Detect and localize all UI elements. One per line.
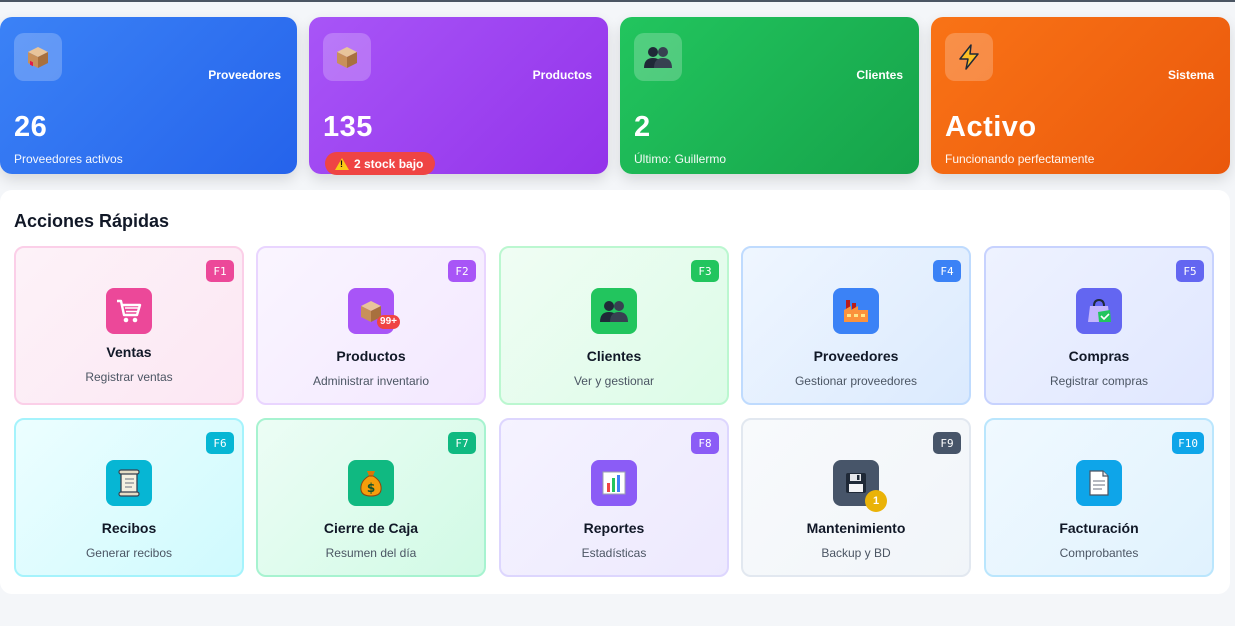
quick-action-title: Ventas — [106, 344, 152, 360]
people-icon — [634, 33, 682, 81]
quick-action-desc: Registrar ventas — [85, 370, 173, 384]
quick-actions-panel: Acciones Rápidas F1 Ventas Registrar ven… — [0, 190, 1230, 594]
lightning-icon — [945, 33, 993, 81]
quick-action-clientes[interactable]: F3 Clientes Ver y gestionar — [499, 246, 729, 405]
quick-action-cierre-de-caja[interactable]: F7 $ Cierre de Caja Resumen del día — [256, 418, 486, 577]
quick-action-facturacion[interactable]: F10 Facturación Comprobantes — [984, 418, 1214, 577]
quick-action-proveedores[interactable]: F4 Proveedores Gestionar proveedores — [741, 246, 971, 405]
quick-action-desc: Estadísticas — [581, 546, 647, 560]
stat-card-productos[interactable]: Productos 135 2 stock bajo — [309, 17, 608, 175]
quick-action-title: Mantenimiento — [806, 520, 906, 536]
low-stock-label: 2 stock bajo — [354, 156, 424, 171]
quick-action-title: Reportes — [583, 520, 645, 536]
quick-action-ventas[interactable]: F1 Ventas Registrar ventas — [14, 246, 244, 405]
stat-card-proveedores[interactable]: Proveedores 26 Proveedores activos — [0, 17, 297, 174]
stat-subtitle: Último: Guillermo — [634, 152, 727, 166]
quick-actions-title: Acciones Rápidas — [14, 211, 170, 231]
shortcut-key-badge: F10 — [1172, 432, 1204, 454]
people-icon — [591, 288, 637, 334]
stat-value: 2 — [634, 111, 651, 143]
quick-action-title: Recibos — [101, 520, 157, 536]
floppy-disk-icon: 1 — [833, 460, 887, 512]
stat-value: Activo — [945, 111, 1037, 143]
quick-action-title: Proveedores — [813, 348, 899, 364]
shortcut-key-badge: F9 — [933, 432, 961, 454]
svg-text:$: $ — [367, 481, 375, 495]
top-border — [0, 0, 1235, 2]
stat-label: Clientes — [856, 68, 903, 82]
quick-action-desc: Administrar inventario — [312, 374, 430, 388]
shortcut-key-badge: F7 — [448, 432, 476, 454]
quick-action-desc: Resumen del día — [325, 546, 417, 560]
stock-count-badge: 99+ — [377, 315, 400, 329]
bar-chart-icon — [591, 460, 637, 506]
shortcut-key-badge: F5 — [1176, 260, 1204, 282]
quick-action-mantenimiento[interactable]: F9 1 Mantenimiento Backup y BD — [741, 418, 971, 577]
quick-action-title: Compras — [1068, 348, 1130, 364]
maintenance-count-badge: 1 — [865, 490, 887, 512]
money-bag-icon: $ — [348, 460, 394, 506]
shopping-cart-icon — [106, 288, 152, 334]
quick-action-desc: Comprobantes — [1059, 546, 1139, 560]
factory-icon — [833, 288, 879, 334]
quick-action-title: Facturación — [1059, 520, 1139, 536]
quick-action-title: Cierre de Caja — [323, 520, 419, 536]
shortcut-key-badge: F8 — [691, 432, 719, 454]
stat-card-sistema[interactable]: Sistema Activo Funcionando perfectamente — [931, 17, 1230, 174]
document-icon — [1076, 460, 1122, 506]
shortcut-key-badge: F3 — [691, 260, 719, 282]
quick-action-title: Clientes — [586, 348, 642, 364]
package-icon: 99+ — [348, 288, 400, 334]
stat-label: Proveedores — [208, 68, 281, 82]
shortcut-key-badge: F1 — [206, 260, 234, 282]
quick-action-productos[interactable]: F2 99+ Productos Administrar inventario — [256, 246, 486, 405]
package-icon — [323, 33, 371, 81]
quick-action-title: Productos — [336, 348, 406, 364]
scroll-icon — [106, 460, 152, 506]
quick-action-desc: Gestionar proveedores — [794, 374, 918, 388]
quick-action-compras[interactable]: F5 Compras Registrar compras — [984, 246, 1214, 405]
quick-action-desc: Generar recibos — [85, 546, 173, 560]
quick-action-desc: Backup y BD — [821, 546, 891, 560]
quick-action-desc: Registrar compras — [1049, 374, 1149, 388]
stat-label: Sistema — [1167, 68, 1214, 82]
shopping-bag-icon — [1076, 288, 1122, 334]
shortcut-key-badge: F6 — [206, 432, 234, 454]
quick-action-recibos[interactable]: F6 Recibos Generar recibos — [14, 418, 244, 577]
stat-subtitle: Proveedores activos — [14, 152, 123, 166]
shortcut-key-badge: F2 — [448, 260, 476, 282]
stat-value: 135 — [323, 111, 373, 143]
shortcut-key-badge: F4 — [933, 260, 961, 282]
quick-action-desc: Ver y gestionar — [573, 374, 655, 388]
low-stock-badge[interactable]: 2 stock bajo — [325, 152, 436, 175]
package-icon — [14, 33, 62, 81]
warning-icon — [335, 157, 349, 170]
stat-value: 26 — [14, 111, 48, 143]
stat-card-clientes[interactable]: Clientes 2 Último: Guillermo — [620, 17, 919, 174]
stat-label: Productos — [532, 68, 592, 82]
quick-action-reportes[interactable]: F8 Reportes Estadísticas — [499, 418, 729, 577]
stat-subtitle: Funcionando perfectamente — [945, 152, 1095, 166]
